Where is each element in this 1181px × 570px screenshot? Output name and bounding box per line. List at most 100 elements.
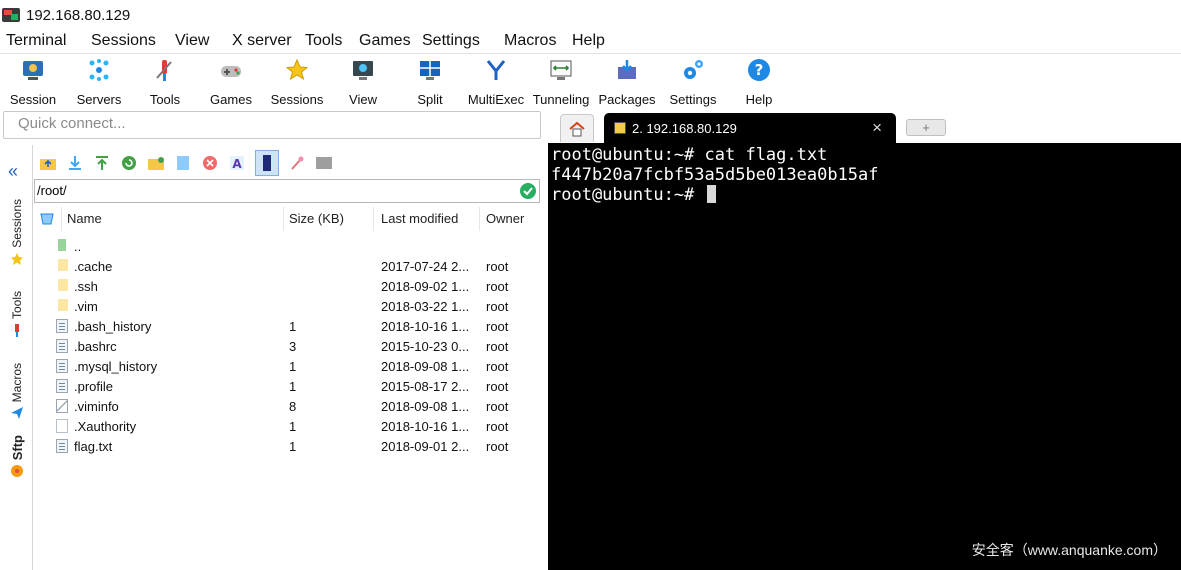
terminal-follow-icon[interactable] — [255, 150, 279, 176]
file-modified: 2018-09-02 1... — [381, 279, 470, 294]
file-size: 1 — [289, 319, 297, 334]
menu-bar: Terminal Sessions View X server Tools Ga… — [0, 30, 1181, 54]
close-tab-icon[interactable]: × — [872, 118, 882, 138]
toolbar-view-button[interactable]: View — [330, 57, 396, 107]
toolbar-tunneling-button[interactable]: Tunneling — [528, 57, 594, 107]
menu-sessions[interactable]: Sessions — [91, 32, 156, 50]
sftp-toolbar: A — [34, 149, 540, 177]
toolbar-multiexec-button[interactable]: MultiExec — [463, 57, 529, 107]
new-file-icon[interactable] — [174, 154, 192, 172]
download-icon[interactable] — [66, 154, 84, 172]
permissions-icon[interactable] — [288, 154, 306, 172]
menu-macros[interactable]: Macros — [504, 32, 556, 50]
file-header-icon — [34, 207, 62, 231]
column-header-size[interactable]: Size (KB) — [284, 207, 374, 231]
file-name: .bashrc — [74, 339, 117, 354]
tools-icon — [152, 57, 178, 83]
tunneling-icon — [548, 57, 574, 83]
view-icon — [350, 57, 376, 83]
home-icon — [569, 121, 585, 136]
sftp-icon — [11, 465, 23, 478]
servers-icon — [86, 57, 112, 83]
svg-text:?: ? — [755, 61, 764, 79]
svg-text:A: A — [232, 157, 242, 171]
multiexec-icon — [483, 57, 509, 83]
file-row[interactable]: .cache 2017-07-24 2... root — [34, 256, 540, 276]
window-title: 192.168.80.129 — [26, 6, 131, 24]
file-row[interactable]: .vim 2018-03-22 1... root — [34, 296, 540, 316]
file-icon — [56, 359, 68, 373]
file-modified: 2015-08-17 2... — [381, 379, 470, 394]
settings-icon — [680, 57, 706, 83]
file-row[interactable]: .. — [34, 236, 540, 256]
toolbar-sessions-button[interactable]: Sessions — [264, 57, 330, 107]
new-folder-icon[interactable] — [147, 154, 165, 172]
rename-icon[interactable]: A — [228, 154, 246, 172]
file-row[interactable]: .mysql_history 1 2018-09-08 1... root — [34, 356, 540, 376]
column-header-modified[interactable]: Last modified — [374, 207, 480, 231]
file-modified: 2015-10-23 0... — [381, 339, 470, 354]
file-row[interactable]: flag.txt 1 2018-09-01 2... root — [34, 436, 540, 456]
toolbar-session-button[interactable]: Session — [0, 57, 66, 107]
side-tab-macros[interactable]: Macros — [2, 363, 32, 420]
side-tab-sftp[interactable]: Sftp — [2, 435, 32, 478]
column-header-name[interactable]: Name — [62, 207, 284, 231]
terminal-line: root@ubuntu:~# cat flag.txt — [551, 145, 828, 165]
file-row[interactable]: .profile 1 2015-08-17 2... root — [34, 376, 540, 396]
mobaxterm-icon — [2, 6, 20, 24]
file-modified: 2018-09-01 2... — [381, 439, 470, 454]
pencil-icon — [614, 122, 626, 134]
file-owner: root — [486, 419, 509, 434]
file-modified: 2018-10-16 1... — [381, 319, 470, 334]
parent-folder-icon[interactable] — [39, 154, 57, 172]
games-icon — [218, 57, 244, 83]
menu-view[interactable]: View — [175, 32, 209, 50]
file-size: 1 — [289, 439, 297, 454]
toolbar-settings-button[interactable]: Settings — [660, 57, 726, 107]
toolbar-help-button[interactable]: ? Help — [726, 57, 792, 107]
file-name: .vim — [74, 299, 98, 314]
menu-help[interactable]: Help — [572, 32, 605, 50]
shell-icon[interactable] — [315, 154, 333, 172]
upload-icon[interactable] — [93, 154, 111, 172]
file-owner: root — [486, 319, 509, 334]
toolbar-packages-button[interactable]: Packages — [594, 57, 660, 107]
file-name: .profile — [74, 379, 114, 394]
terminal-tab-label: 2. 192.168.80.129 — [632, 120, 737, 136]
file-size: 3 — [289, 339, 297, 354]
menu-games[interactable]: Games — [359, 32, 411, 50]
column-header-owner[interactable]: Owner — [480, 207, 540, 231]
home-tab[interactable] — [560, 114, 594, 142]
toolbar-tools-button[interactable]: Tools — [132, 57, 198, 107]
file-owner: root — [486, 439, 509, 454]
refresh-icon[interactable] — [120, 154, 138, 172]
file-row[interactable]: .bashrc 3 2015-10-23 0... root — [34, 336, 540, 356]
quick-connect-input[interactable]: Quick connect... — [3, 111, 541, 139]
menu-tools[interactable]: Tools — [305, 32, 342, 50]
toolbar-split-button[interactable]: Split — [397, 57, 463, 107]
side-tab-sessions[interactable]: Sessions — [2, 199, 32, 266]
menu-x-server[interactable]: X server — [232, 32, 292, 50]
toolbar-servers-button[interactable]: Servers — [66, 57, 132, 107]
check-icon[interactable] — [520, 183, 536, 199]
file-row[interactable]: .ssh 2018-09-02 1... root — [34, 276, 540, 296]
file-size: 1 — [289, 359, 297, 374]
collapse-icon[interactable]: « — [8, 161, 18, 182]
menu-terminal[interactable]: Terminal — [6, 32, 66, 50]
sftp-path-input[interactable]: /root/ — [34, 179, 540, 203]
file-row[interactable]: .viminfo 8 2018-09-08 1... root — [34, 396, 540, 416]
menu-settings[interactable]: Settings — [422, 32, 480, 50]
file-name: .cache — [74, 259, 113, 274]
delete-icon[interactable] — [201, 154, 219, 172]
terminal-screen[interactable]: root@ubuntu:~# cat flag.txt f447b20a7fcb… — [548, 143, 1181, 570]
folder-icon — [58, 279, 68, 291]
new-tab-button[interactable]: + — [906, 119, 946, 136]
terminal-tab-ssh[interactable]: 2. 192.168.80.129 × — [604, 113, 896, 143]
side-tab-tools[interactable]: Tools — [2, 291, 32, 338]
toolbar-games-button[interactable]: Games — [198, 57, 264, 107]
file-owner: root — [486, 299, 509, 314]
file-row[interactable]: .bash_history 1 2018-10-16 1... root — [34, 316, 540, 336]
file-size: 1 — [289, 379, 297, 394]
star-icon — [11, 252, 23, 265]
file-row[interactable]: .Xauthority 1 2018-10-16 1... root — [34, 416, 540, 436]
